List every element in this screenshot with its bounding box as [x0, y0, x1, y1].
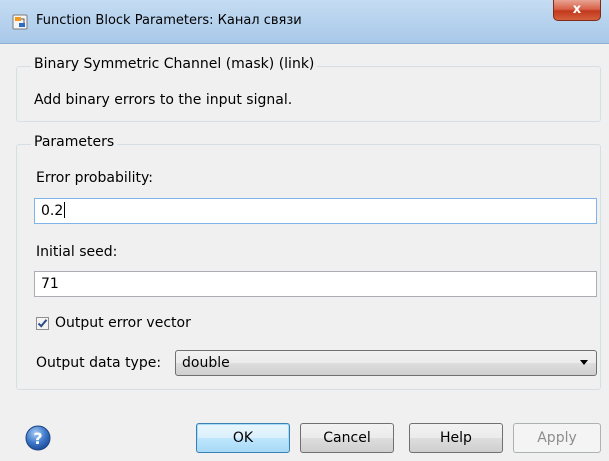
close-button[interactable]: x	[553, 0, 601, 21]
output-data-type-select[interactable]: double	[175, 350, 597, 376]
close-icon: x	[572, 2, 582, 17]
block-parameters-icon	[12, 14, 28, 30]
output-error-vector-checkbox[interactable]	[36, 317, 49, 330]
block-type-legend: Binary Symmetric Channel (mask) (link)	[31, 56, 318, 72]
checkmark-icon	[37, 319, 48, 328]
output-data-type-value: double	[182, 355, 230, 371]
initial-seed-value: 71	[41, 276, 59, 292]
dropdown-arrow-icon	[580, 360, 588, 365]
text-caret	[64, 202, 66, 218]
apply-button: Apply	[513, 423, 601, 453]
title-bar[interactable]: Function Block Parameters: Канал связи x	[0, 0, 609, 44]
output-error-vector-label[interactable]: Output error vector	[55, 315, 191, 331]
window-title: Function Block Parameters: Канал связи	[36, 13, 302, 28]
cancel-button[interactable]: Cancel	[300, 423, 394, 453]
block-description: Add binary errors to the input signal.	[34, 92, 293, 108]
ok-button[interactable]: OK	[196, 423, 290, 453]
help-question-icon[interactable]: ?	[24, 424, 52, 452]
parameters-legend: Parameters	[31, 134, 118, 150]
initial-seed-input[interactable]: 71	[34, 271, 597, 297]
svg-text:?: ?	[33, 429, 42, 448]
error-probability-input[interactable]: 0.2	[34, 198, 597, 224]
error-probability-value: 0.2	[41, 203, 64, 219]
help-button[interactable]: Help	[409, 423, 503, 453]
output-data-type-label: Output data type:	[36, 355, 162, 371]
initial-seed-label: Initial seed:	[36, 244, 118, 260]
dialog-window: Function Block Parameters: Канал связи x…	[0, 0, 609, 461]
error-probability-label: Error probability:	[36, 170, 153, 186]
